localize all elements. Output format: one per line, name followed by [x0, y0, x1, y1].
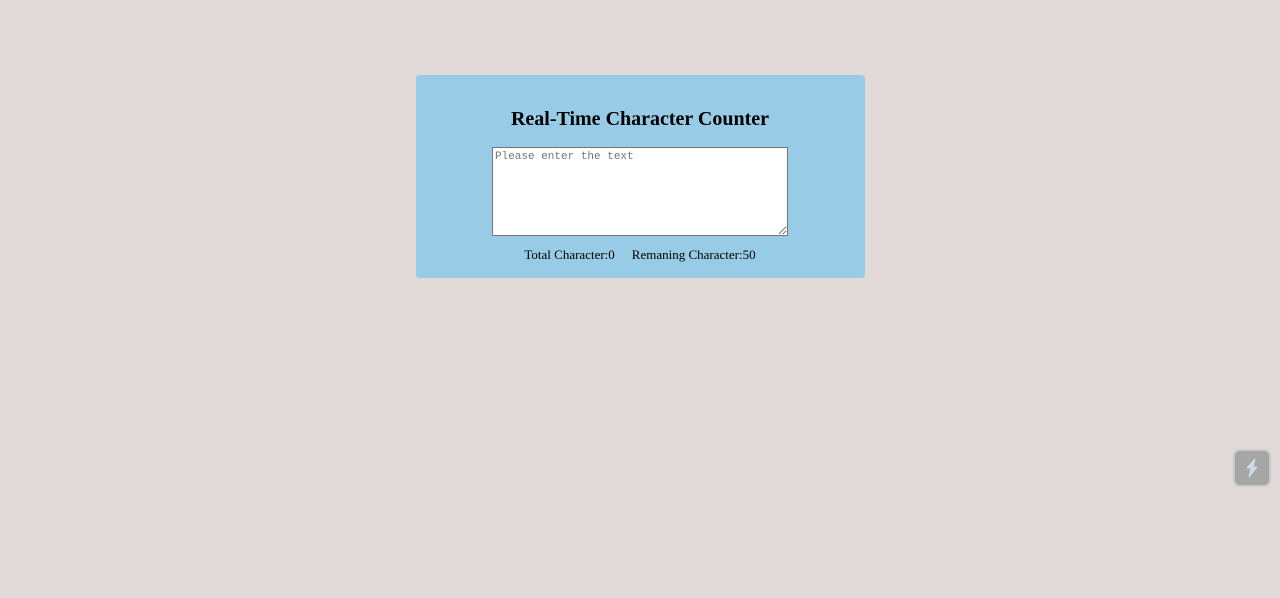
remaining-character-label: Remaning Character: — [631, 247, 743, 262]
text-input[interactable] — [492, 147, 788, 236]
character-stats: Total Character:0 Remaning Character:50 — [0, 246, 1280, 263]
total-character-count: 0 — [608, 247, 615, 262]
remaining-character-count: 50 — [742, 247, 756, 262]
floating-widget-button[interactable] — [1233, 449, 1271, 487]
total-character-label: Total Character: — [524, 247, 609, 262]
page-title: Real-Time Character Counter — [510, 108, 770, 130]
lightning-icon — [1241, 457, 1263, 479]
